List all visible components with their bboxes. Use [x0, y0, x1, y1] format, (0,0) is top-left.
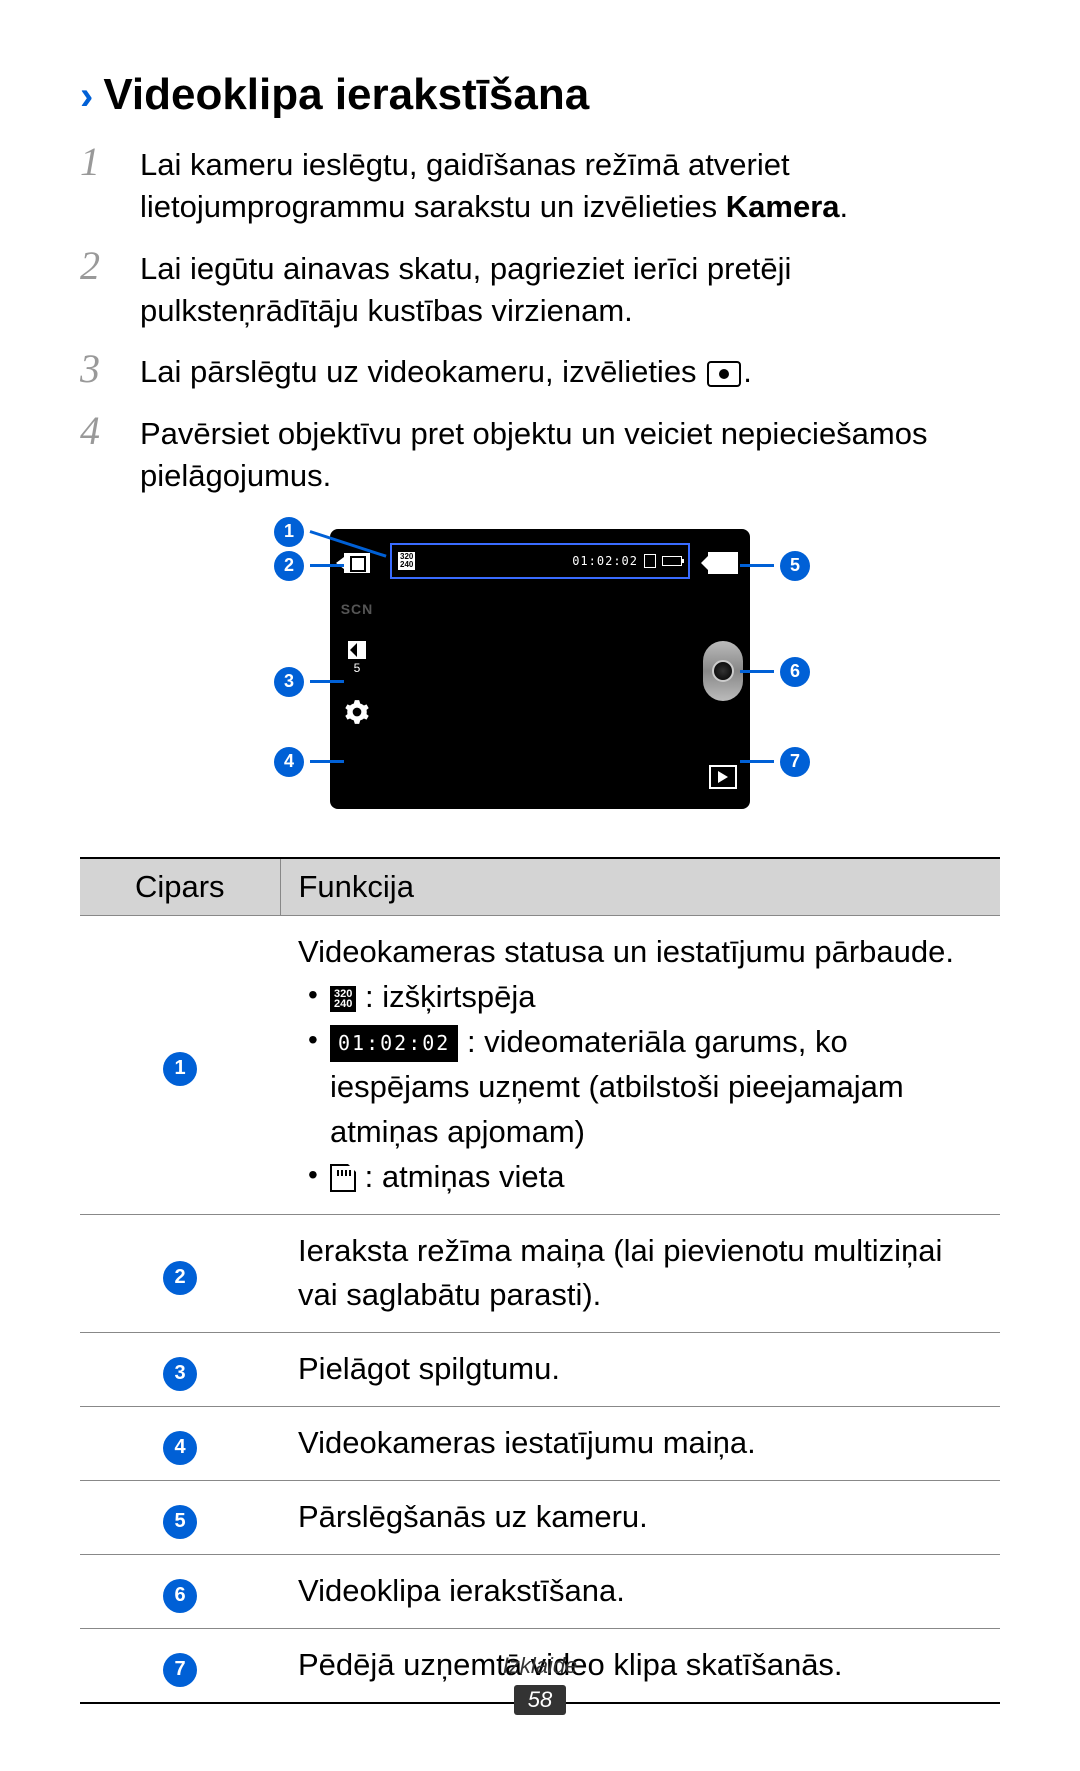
table-row: 3 Pielāgot spilgtumu. [80, 1333, 1000, 1407]
brightness-control: 5 [348, 641, 366, 675]
step-4: 4 Pavērsiet objektīvu pret objektu un ve… [80, 411, 1000, 497]
step-number: 3 [80, 349, 120, 393]
page-footer: Izklaide 58 [0, 1653, 1080, 1715]
switch-mode-icon [706, 549, 740, 577]
shutter-button [703, 641, 743, 701]
callout-4: 4 [274, 747, 344, 777]
table-row: 2 Ieraksta režīma maiņa (lai pievienotu … [80, 1214, 1000, 1333]
table-row: 5 Pārslēgšanās uz kameru. [80, 1481, 1000, 1555]
list-item: 320240 : izšķirtspēja [302, 975, 982, 1020]
row-badge: 2 [163, 1261, 197, 1295]
step-text: Lai pārslēgtu uz videokameru, izvēlietie… [140, 354, 705, 389]
row-badge: 4 [163, 1431, 197, 1465]
viewfinder: 320 240 01:02:02 [390, 543, 690, 795]
row-sublist: 320240 : izšķirtspēja 01:02:02 : videoma… [298, 975, 982, 1200]
resolution-icon: 320240 [330, 986, 356, 1012]
shutter-inner [712, 660, 734, 682]
section-heading: › Videoklipa ierakstīšana [80, 70, 1000, 120]
step-number: 2 [80, 246, 120, 332]
row-text: Pielāgot spilgtumu. [280, 1333, 1000, 1407]
row-text: Videoklipa ierakstīšana. [280, 1555, 1000, 1629]
list-item: 01:02:02 : videomateriāla garums, ko ies… [302, 1020, 982, 1155]
step-body: Lai iegūtu ainavas skatu, pagrieziet ier… [140, 246, 1000, 332]
step-body: Pavērsiet objektīvu pret objektu un veic… [140, 411, 1000, 497]
footer-section-label: Izklaide [0, 1653, 1080, 1679]
callout-badge: 5 [780, 551, 810, 581]
resolution-badge: 320 240 [398, 552, 415, 570]
step-2: 2 Lai iegūtu ainavas skatu, pagrieziet i… [80, 246, 1000, 332]
callout-6: 6 [740, 657, 810, 687]
row-text: Ieraksta režīma maiņa (lai pievienotu mu… [280, 1214, 1000, 1333]
step-list: 1 Lai kameru ieslēgtu, gaidīšanas režīmā… [80, 142, 1000, 497]
step-1: 1 Lai kameru ieslēgtu, gaidīšanas režīmā… [80, 142, 1000, 228]
callout-line [740, 760, 774, 763]
callout-line [740, 564, 774, 567]
callout-5: 5 [740, 551, 810, 581]
row-text: Pārslēgšanās uz kameru. [280, 1481, 1000, 1555]
res-bottom: 240 [400, 560, 413, 569]
device-frame: SCN 5 320 240 01:02:02 [330, 529, 750, 809]
row-text: Videokameras iestatījumu maiņa. [280, 1407, 1000, 1481]
list-item: : atmiņas vieta [302, 1155, 982, 1200]
brightness-value: 5 [354, 661, 361, 675]
callout-line [740, 670, 774, 673]
storage-icon [644, 554, 656, 568]
callout-2: 2 [274, 551, 344, 581]
playback-icon [709, 765, 737, 789]
brightness-icon [348, 641, 366, 659]
callout-3: 3 [274, 667, 344, 697]
list-text: : atmiņas vieta [356, 1159, 564, 1194]
row-text: Videokameras statusa un iestatījumu pārb… [280, 915, 1000, 1214]
step-bold: Kamera [726, 189, 840, 224]
step-body: Lai kameru ieslēgtu, gaidīšanas režīmā a… [140, 142, 1000, 228]
row-badge: 1 [163, 1052, 197, 1086]
table-row: 4 Videokameras iestatījumu maiņa. [80, 1407, 1000, 1481]
table-row: 1 Videokameras statusa un iestatījumu pā… [80, 915, 1000, 1214]
table-row: 6 Videoklipa ierakstīšana. [80, 1555, 1000, 1629]
step-body: Lai pārslēgtu uz videokameru, izvēlietie… [140, 349, 752, 393]
storage-icon [330, 1164, 356, 1192]
scn-label: SCN [341, 601, 374, 617]
status-bar: 320 240 01:02:02 [390, 543, 690, 579]
callout-badge: 4 [274, 747, 304, 777]
col-header-function: Funkcija [280, 858, 1000, 916]
callout-badge: 7 [780, 747, 810, 777]
page-number: 58 [514, 1685, 566, 1715]
camcorder-diagram: SCN 5 320 240 01:02:02 [220, 517, 860, 827]
camera-icon [707, 361, 741, 387]
section-title-text: Videoklipa ierakstīšana [103, 70, 589, 120]
row-badge: 5 [163, 1505, 197, 1539]
callout-line [310, 760, 344, 763]
callout-line [310, 680, 344, 683]
callout-badge: 2 [274, 551, 304, 581]
step-text: Lai kameru ieslēgtu, gaidīšanas režīmā a… [140, 147, 790, 224]
step-text-end: . [840, 189, 849, 224]
list-text: : izšķirtspēja [356, 979, 535, 1014]
chevron-icon: › [80, 76, 93, 116]
row-badge: 6 [163, 1579, 197, 1613]
step-3: 3 Lai pārslēgtu uz videokameru, izvēliet… [80, 349, 1000, 393]
callout-badge: 6 [780, 657, 810, 687]
row-badge: 3 [163, 1357, 197, 1391]
row-intro: Videokameras statusa un iestatījumu pārb… [298, 930, 982, 975]
step-number: 4 [80, 411, 120, 497]
callout-badge: 1 [274, 517, 304, 547]
step-number: 1 [80, 142, 120, 228]
callout-badge: 3 [274, 667, 304, 697]
time-remaining: 01:02:02 [572, 554, 638, 568]
callout-1: 1 [274, 517, 390, 547]
table-head-row: Cipars Funkcija [80, 858, 1000, 916]
gear-icon [344, 699, 370, 725]
col-header-number: Cipars [80, 858, 280, 916]
step-text-end: . [743, 354, 752, 389]
callout-7: 7 [740, 747, 810, 777]
record-mode-icon [340, 549, 374, 577]
time-icon: 01:02:02 [330, 1025, 458, 1062]
callout-line [310, 564, 344, 567]
function-table: Cipars Funkcija 1 Videokameras statusa u… [80, 857, 1000, 1704]
battery-icon [662, 556, 682, 566]
